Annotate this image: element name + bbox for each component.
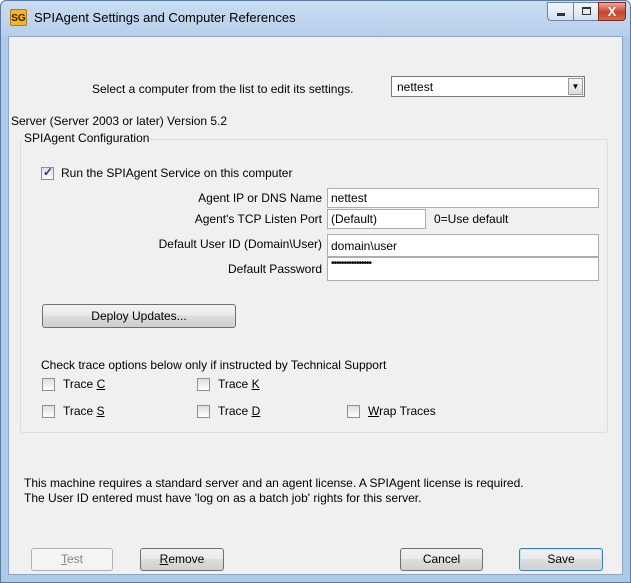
remove-button-accel: R [159, 552, 169, 566]
password-field[interactable]: •••••••••••••••• [327, 257, 599, 281]
title-bar[interactable]: SG SPIAgent Settings and Computer Refere… [1, 1, 630, 35]
maximize-icon [582, 7, 591, 15]
close-icon: X [607, 4, 617, 19]
minimize-button[interactable] [547, 2, 574, 21]
trace-k-label-text: Trace [218, 377, 252, 391]
app-icon: SG [10, 9, 27, 26]
maximize-button[interactable] [573, 2, 599, 21]
computer-select-dropdown[interactable]: nettest ▼ [391, 76, 585, 97]
wrap-traces-label-accel: W [368, 404, 380, 418]
license-info-line2: The User ID entered must have 'log on as… [24, 491, 422, 505]
tcp-port-hint: 0=Use default [434, 212, 509, 226]
dialog-window: SG SPIAgent Settings and Computer Refere… [0, 0, 631, 583]
trace-s-checkbox[interactable] [42, 405, 55, 418]
password-label: Default Password [227, 262, 322, 276]
test-button[interactable]: Test [31, 548, 113, 571]
trace-c-label-text: Trace [63, 377, 97, 391]
trace-c-label-accel: C [96, 377, 106, 391]
save-button[interactable]: Save [519, 548, 603, 571]
trace-s-label-accel: S [96, 404, 105, 418]
trace-d-label-accel: D [251, 404, 261, 418]
user-id-label: Default User ID (Domain\User) [158, 237, 322, 251]
remove-button[interactable]: Remove [140, 548, 224, 571]
wrap-traces-label-text: rap Traces [379, 404, 436, 418]
computer-select-value: nettest [397, 80, 434, 94]
spiagent-config-group [20, 139, 608, 433]
trace-s-label[interactable]: Trace S [63, 404, 105, 418]
agent-ip-value: nettest [331, 191, 368, 205]
run-service-label-part2: ent Service on this computer [140, 166, 293, 180]
password-value: •••••••••••••••• [331, 258, 372, 269]
tcp-port-value: (Default) [331, 212, 378, 226]
user-id-field[interactable]: domain\user [327, 234, 599, 257]
trace-d-label[interactable]: Trace D [218, 404, 260, 418]
computer-select-prompt: Select a computer from the list to edit … [92, 82, 354, 96]
agent-ip-label: Agent IP or DNS Name [198, 191, 322, 205]
trace-k-label-accel: K [251, 377, 260, 391]
run-service-label[interactable]: Run the SPIAgent Service on this compute… [61, 166, 292, 180]
remove-button-label: emove [168, 552, 205, 566]
test-button-label: est [66, 552, 83, 566]
chevron-down-icon[interactable]: ▼ [568, 78, 583, 95]
minimize-icon [557, 13, 565, 16]
window-title: SPIAgent Settings and Computer Reference… [34, 10, 296, 25]
close-button[interactable]: X [598, 2, 626, 21]
license-info-line1: This machine requires a standard server … [24, 476, 524, 490]
agent-ip-field[interactable]: nettest [327, 188, 599, 208]
trace-note: Check trace options below only if instru… [41, 358, 387, 372]
deploy-updates-button[interactable]: Deploy Updates... [42, 304, 236, 328]
trace-c-label[interactable]: Trace C [63, 377, 105, 391]
user-id-value: domain\user [331, 239, 398, 253]
trace-c-checkbox[interactable] [42, 378, 55, 391]
tcp-port-field[interactable]: (Default) [327, 209, 426, 229]
spiagent-config-title: SPIAgent Configuration [22, 131, 152, 145]
server-version-text: Server (Server 2003 or later) Version 5.… [11, 114, 228, 128]
dialog-client-area: Select a computer from the list to edit … [8, 36, 623, 575]
trace-k-checkbox[interactable] [197, 378, 210, 391]
run-service-checkbox[interactable] [41, 165, 54, 180]
trace-k-label[interactable]: Trace K [218, 377, 260, 391]
trace-s-label-text: Trace [63, 404, 97, 418]
cancel-button[interactable]: Cancel [400, 548, 483, 571]
trace-d-label-text: Trace [218, 404, 252, 418]
run-service-label-part1: Run the SPIA [61, 166, 134, 180]
trace-d-checkbox[interactable] [197, 405, 210, 418]
wrap-traces-checkbox[interactable] [347, 405, 360, 418]
wrap-traces-label[interactable]: Wrap Traces [368, 404, 436, 418]
tcp-port-label: Agent's TCP Listen Port [194, 212, 322, 226]
